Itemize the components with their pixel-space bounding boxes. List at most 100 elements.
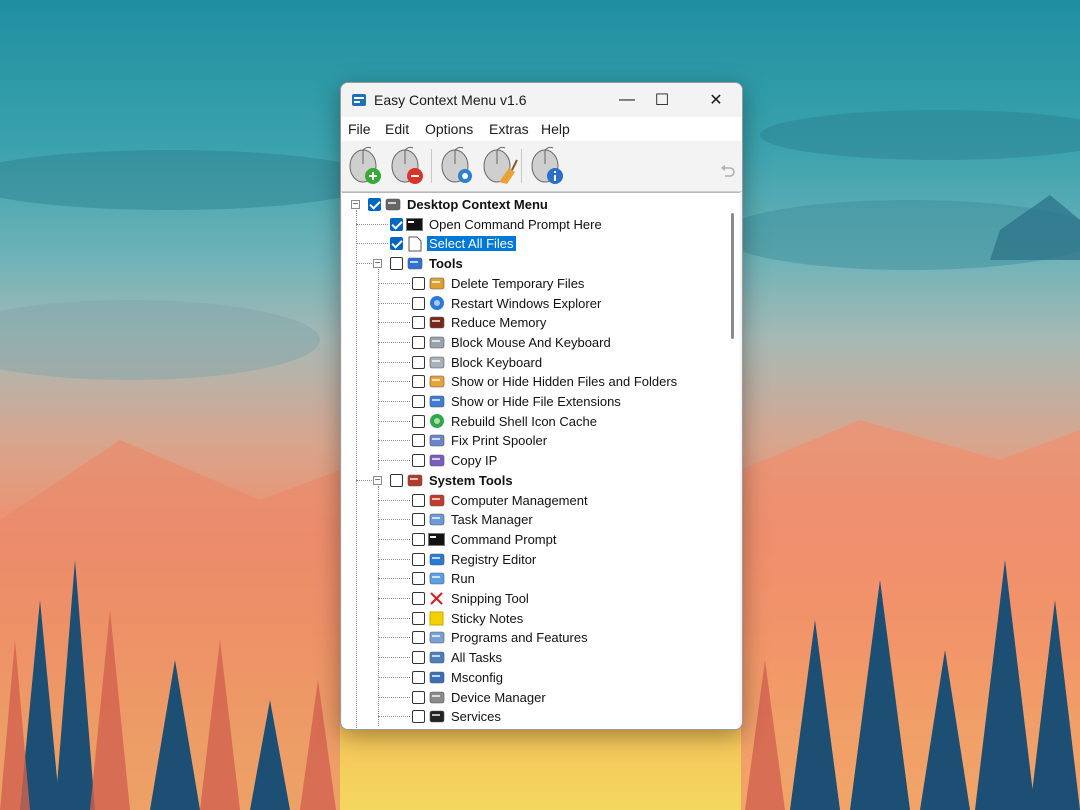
- item-label: Programs and Features: [451, 630, 588, 646]
- tree-item[interactable]: Command Prompt: [412, 530, 558, 549]
- checkbox[interactable]: [412, 335, 425, 349]
- context-menu-tree[interactable]: Desktop Context Menu − Open Command Prompt…: [342, 192, 740, 729]
- group-expander[interactable]: −: [373, 259, 382, 269]
- checkbox[interactable]: [412, 592, 425, 605]
- checkbox[interactable]: [412, 572, 425, 586]
- tree-connector: [356, 479, 372, 481]
- tree-connector: [378, 420, 410, 422]
- tree-connector: [378, 538, 410, 540]
- tree-item[interactable]: Registry Editor: [412, 550, 538, 569]
- item-label: Delete Temporary Files: [451, 275, 585, 291]
- tree-item[interactable]: Block Mouse And Keyboard: [412, 333, 613, 352]
- root-expander[interactable]: −: [351, 200, 360, 210]
- tree-item[interactable]: Device Manager: [412, 688, 548, 707]
- title-bar[interactable]: Easy Context Menu v1.6 — ☐ ✕: [341, 83, 742, 117]
- mouse-minus-icon[interactable]: [387, 146, 427, 186]
- tree-item[interactable]: Programs and Features: [412, 628, 590, 647]
- document-icon: [406, 235, 423, 252]
- checkbox[interactable]: [368, 198, 381, 211]
- tree-connector: [378, 598, 410, 599]
- tree-group[interactable]: System Tools: [390, 471, 515, 490]
- mouse-info-icon[interactable]: [527, 146, 567, 186]
- tree-item[interactable]: Delete Temporary Files: [412, 274, 586, 293]
- item-label: Show or Hide Hidden Files and Folders: [451, 374, 678, 390]
- checkbox[interactable]: [412, 276, 425, 290]
- tree-item[interactable]: Show or Hide Hidden Files and Folders: [412, 372, 679, 391]
- checkbox[interactable]: [412, 651, 425, 665]
- mouse-broom-icon[interactable]: [479, 146, 519, 186]
- tree-connector: [378, 341, 410, 343]
- tree-connector: [378, 269, 379, 471]
- tree-group[interactable]: Tools: [390, 254, 465, 273]
- menu-help[interactable]: Help: [541, 121, 570, 137]
- checkbox[interactable]: [412, 493, 425, 507]
- checkbox[interactable]: [412, 552, 425, 566]
- checkbox[interactable]: [412, 631, 425, 645]
- tree-item[interactable]: Msconfig: [412, 668, 505, 687]
- checkbox[interactable]: [412, 454, 425, 468]
- tree-item[interactable]: Show or Hide File Extensions: [412, 392, 623, 411]
- close-button[interactable]: ✕: [693, 83, 739, 117]
- tree-item[interactable]: Block Keyboard: [412, 353, 544, 372]
- checkbox[interactable]: [412, 316, 425, 330]
- tree-item[interactable]: Copy IP: [412, 451, 499, 470]
- tree-item[interactable]: Task Manager: [412, 510, 535, 529]
- group-expander[interactable]: −: [373, 475, 382, 485]
- checkbox[interactable]: [412, 355, 425, 369]
- checkbox[interactable]: [390, 473, 403, 487]
- undo-icon[interactable]: [719, 163, 737, 181]
- app-icon: [352, 94, 366, 106]
- minimize-icon: —: [619, 91, 635, 108]
- checkbox[interactable]: [412, 690, 425, 704]
- tree-root-desktop-context-menu[interactable]: Desktop Context Menu: [368, 195, 550, 214]
- tree-item[interactable]: Fix Print Spooler: [412, 431, 549, 450]
- tree-item[interactable]: Select All Files: [390, 234, 516, 253]
- services-icon: [428, 708, 445, 725]
- checkbox[interactable]: [412, 710, 425, 724]
- tree-item[interactable]: Reduce Memory: [412, 313, 548, 332]
- tree-item[interactable]: All Tasks: [412, 648, 504, 667]
- mouse-gear-icon[interactable]: [437, 146, 477, 186]
- menu-file[interactable]: File: [348, 121, 371, 137]
- block-keyboard-mouse-icon: [428, 334, 445, 351]
- tree-connector: [378, 381, 410, 383]
- checkbox[interactable]: [412, 375, 425, 389]
- checkbox[interactable]: [412, 611, 425, 625]
- checkbox[interactable]: [412, 513, 425, 527]
- tree-connector: [378, 440, 410, 442]
- menu-edit[interactable]: Edit: [385, 121, 409, 137]
- tree-item[interactable]: Run: [412, 569, 477, 588]
- checkbox[interactable]: [412, 414, 425, 428]
- checkbox[interactable]: [412, 670, 425, 684]
- checkbox[interactable]: [412, 532, 425, 546]
- tree-connector: [378, 558, 410, 560]
- checkbox[interactable]: [412, 296, 425, 310]
- task-manager-icon: [428, 511, 445, 528]
- vertical-scrollbar[interactable]: [731, 213, 734, 339]
- maximize-button[interactable]: ☐: [639, 83, 685, 117]
- checkbox[interactable]: [390, 237, 403, 251]
- mouse-plus-icon[interactable]: [345, 146, 385, 186]
- scissors-icon: [428, 590, 445, 607]
- item-label: Registry Editor: [451, 551, 537, 567]
- tree-item[interactable]: Sticky Notes: [412, 609, 525, 628]
- item-label: All Tasks: [451, 650, 503, 666]
- tree-item[interactable]: Rebuild Shell Icon Cache: [412, 412, 599, 431]
- tree-item[interactable]: Computer Management: [412, 491, 590, 510]
- item-label: Copy IP: [451, 453, 498, 469]
- item-label: Block Keyboard: [451, 354, 543, 370]
- checkbox[interactable]: [412, 395, 425, 408]
- tree-item[interactable]: Snipping Tool: [412, 589, 531, 608]
- console-icon: [428, 531, 445, 548]
- checkbox[interactable]: [412, 434, 425, 448]
- tree-item[interactable]: Open Command Prompt Here: [390, 215, 604, 234]
- menu-extras[interactable]: Extras: [489, 121, 529, 137]
- tree-item[interactable]: Restart Windows Explorer: [412, 294, 603, 313]
- checkbox[interactable]: [390, 217, 403, 231]
- tree-item[interactable]: Services: [412, 707, 503, 726]
- checkbox[interactable]: [390, 257, 403, 271]
- tree-connector: [378, 499, 410, 501]
- menu-options[interactable]: Options: [425, 121, 473, 137]
- tree-connector: [378, 617, 410, 619]
- tree-connector: [378, 578, 410, 580]
